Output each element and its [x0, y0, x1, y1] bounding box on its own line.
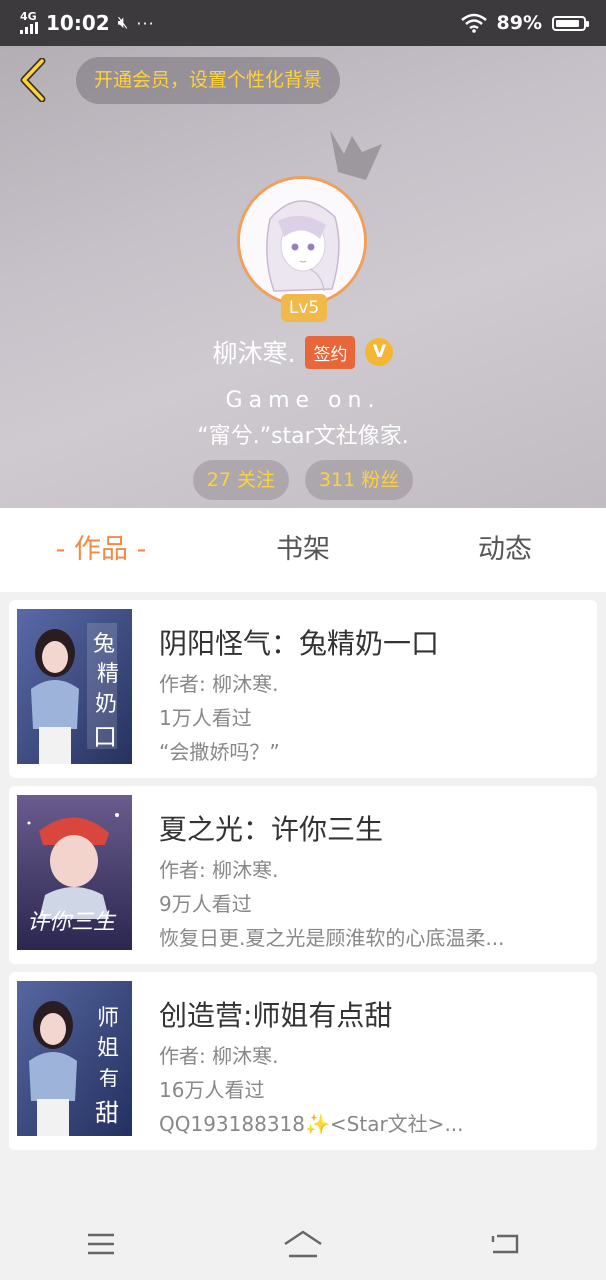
- book-title: 夏之光：许你三生: [159, 813, 384, 846]
- followers-count[interactable]: 311 粉丝: [304, 460, 414, 500]
- username: 柳沐寒.: [212, 339, 296, 368]
- svg-text:许你三生: 许你三生: [27, 910, 117, 935]
- clock: 10:02: [46, 11, 110, 35]
- book-title: 阴阳怪气：兔精奶一口: [159, 627, 440, 660]
- tab-works[interactable]: - 作品 -: [0, 508, 202, 592]
- back-chevron-icon: [20, 58, 46, 102]
- svg-text:甜: 甜: [95, 1099, 119, 1127]
- book-card[interactable]: 许你三生 夏之光：许你三生 作者: 柳沐寒. 9万人看过 恢复日更.夏之光是顾淮…: [9, 786, 597, 964]
- avatar[interactable]: [237, 176, 367, 306]
- book-views: 9万人看过: [159, 892, 252, 916]
- tab-activity[interactable]: 动态: [404, 508, 606, 592]
- more-notifications-icon: ···: [136, 13, 155, 33]
- book-cover[interactable]: 师 姐 有 甜: [17, 981, 132, 1136]
- wifi-icon: [460, 13, 487, 33]
- book-description: “会撒娇吗？”: [159, 740, 280, 764]
- menu-icon: [88, 1233, 114, 1255]
- book-card[interactable]: 师 姐 有 甜 创造营:师姐有点甜 作者: 柳沐寒. 16万人看过 QQ1931…: [9, 972, 597, 1150]
- book-author: 作者: 柳沐寒.: [159, 1044, 279, 1068]
- home-icon: [284, 1230, 322, 1258]
- svg-text:师: 师: [97, 1006, 119, 1031]
- following-count[interactable]: 27 关注: [192, 460, 289, 500]
- home-button[interactable]: [273, 1219, 333, 1269]
- tab-bookshelf[interactable]: 书架: [202, 508, 404, 592]
- svg-text:口: 口: [93, 723, 117, 751]
- signed-author-badge: 签约: [305, 335, 356, 369]
- vip-background-button[interactable]: 开通会员，设置个性化背景: [76, 57, 341, 104]
- verified-v-icon: V: [365, 338, 394, 366]
- battery-percent: 89%: [496, 12, 542, 34]
- battery-icon: [552, 15, 589, 31]
- crown-icon: [330, 130, 382, 180]
- back-button[interactable]: [16, 56, 50, 104]
- book-title: 创造营:师姐有点甜: [159, 999, 393, 1032]
- back-nav-button[interactable]: [475, 1219, 535, 1269]
- svg-text:姐: 姐: [97, 1036, 119, 1061]
- book-author: 作者: 柳沐寒.: [159, 672, 279, 696]
- profile-header: 开通会员，设置个性化背景 Lv5 柳沐寒. 签约 V Game on. “甯兮.…: [0, 46, 606, 508]
- book-list: 兔 精 奶 口 阴阳怪气：兔精奶一口 作者: 柳沐寒. 1万人看过 “会撒娇吗？…: [9, 600, 597, 1158]
- return-icon: [491, 1234, 519, 1254]
- svg-text:兔: 兔: [93, 632, 115, 657]
- book-cover[interactable]: 兔 精 奶 口: [17, 609, 132, 764]
- level-badge: Lv5: [281, 294, 327, 322]
- bio-line-2: “甯兮.”star文社像家.: [197, 424, 409, 449]
- signal-icon: 4G: [20, 10, 38, 34]
- mute-icon: 🔇︎: [117, 13, 129, 33]
- book-author: 作者: 柳沐寒.: [159, 858, 279, 882]
- book-cover[interactable]: 许你三生: [17, 795, 132, 950]
- book-description: 恢复日更.夏之光是顾淮软的心底温柔...: [159, 926, 505, 950]
- book-description: QQ193188318✨<Star文社>...: [159, 1112, 464, 1136]
- book-views: 1万人看过: [159, 706, 252, 730]
- profile-tabs: - 作品 - 书架 动态: [0, 508, 606, 592]
- svg-text:有: 有: [99, 1066, 119, 1090]
- svg-text:奶: 奶: [95, 692, 117, 717]
- book-views: 16万人看过: [159, 1078, 265, 1102]
- system-nav-bar: [0, 1208, 606, 1280]
- network-type: 4G: [20, 10, 37, 23]
- book-card[interactable]: 兔 精 奶 口 阴阳怪气：兔精奶一口 作者: 柳沐寒. 1万人看过 “会撒娇吗？…: [9, 600, 597, 778]
- svg-text:精: 精: [97, 662, 119, 687]
- bio-line-1: Game on.: [225, 388, 381, 413]
- status-bar: 4G 10:02 🔇︎ ··· 89%: [0, 0, 606, 46]
- menu-button[interactable]: [71, 1219, 131, 1269]
